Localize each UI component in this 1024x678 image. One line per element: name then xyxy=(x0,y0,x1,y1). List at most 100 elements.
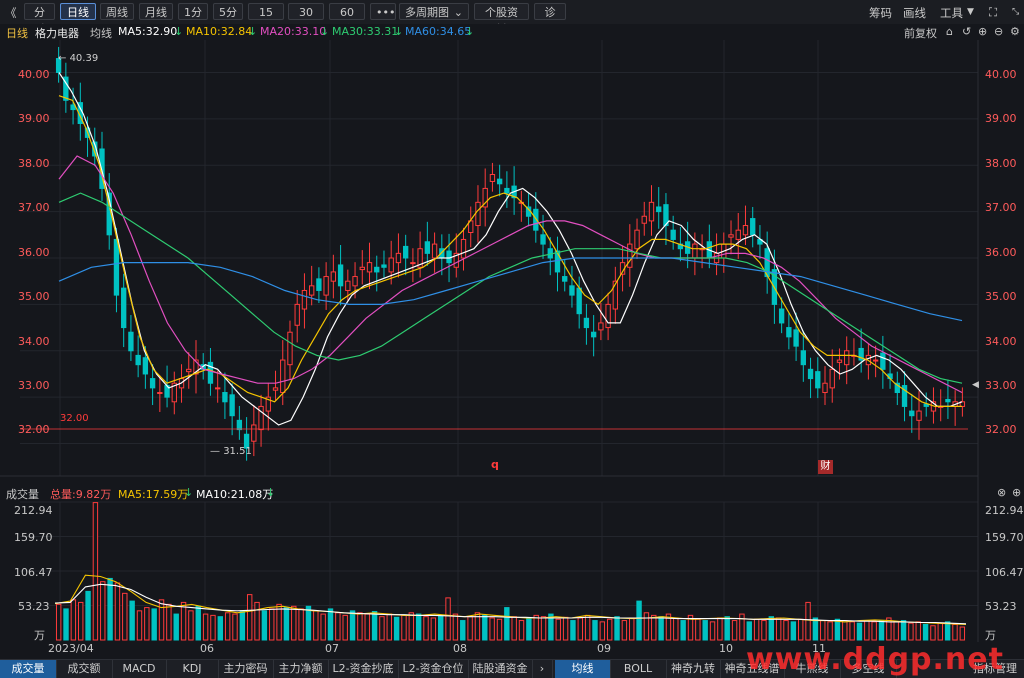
candle-body xyxy=(872,359,879,362)
volume-bar xyxy=(878,620,885,641)
candle-body xyxy=(142,357,149,375)
volume-bar xyxy=(570,620,576,641)
volume-bar xyxy=(702,620,708,641)
candle-body xyxy=(916,410,922,421)
volume-bar xyxy=(320,613,326,641)
volume-bar xyxy=(261,610,268,641)
volume-bar xyxy=(518,620,525,641)
x-label-07: 07 xyxy=(325,642,339,655)
price-axis-left-33: 33.00 xyxy=(18,379,50,392)
candle-body xyxy=(294,303,300,326)
x-label-08: 08 xyxy=(453,642,467,655)
volume-bar xyxy=(731,620,738,641)
price-axis-right-34: 34.00 xyxy=(985,335,1017,348)
volume-bar xyxy=(540,616,547,641)
volume-bar xyxy=(217,616,224,641)
candle-body xyxy=(251,424,257,442)
candle-body xyxy=(359,266,365,271)
candle-body xyxy=(309,285,315,296)
volume-bar xyxy=(709,621,716,641)
candle-body xyxy=(504,187,510,194)
tab-turnover[interactable]: 成交额 xyxy=(56,660,113,678)
volume-bar xyxy=(511,616,517,641)
tab-kdj[interactable]: KDJ xyxy=(166,660,219,678)
candle-body xyxy=(648,201,655,222)
volume-bar xyxy=(768,616,775,641)
candle-body xyxy=(121,287,127,329)
volume-bar xyxy=(864,620,870,641)
candle-body xyxy=(800,350,806,366)
x-label-10: 10 xyxy=(719,642,733,655)
volume-bar xyxy=(790,621,797,641)
candle-body xyxy=(836,359,843,363)
candle-body xyxy=(381,264,387,268)
candle-body xyxy=(822,382,828,394)
volume-bar xyxy=(651,614,657,641)
volume-bar xyxy=(129,600,135,641)
tab-scroll-right-icon[interactable]: › xyxy=(532,660,553,678)
candle-body xyxy=(337,264,344,287)
tab-macd[interactable]: MACD xyxy=(112,660,167,678)
volume-bar xyxy=(562,616,569,641)
candle-body xyxy=(475,201,481,227)
volume-bar xyxy=(555,618,561,641)
tab-ma[interactable]: 均线 xyxy=(555,660,611,678)
candle-body xyxy=(395,252,402,264)
candle-body xyxy=(431,243,438,259)
volume-bar xyxy=(658,616,664,641)
volume-bar xyxy=(386,613,392,641)
financial-report-marker[interactable]: 财 xyxy=(818,460,833,474)
candle-body xyxy=(590,331,597,338)
candle-body xyxy=(880,352,886,370)
volume-bar xyxy=(342,614,348,641)
volume-label[interactable]: 成交量 xyxy=(6,486,39,502)
event-marker-q[interactable]: q xyxy=(491,458,499,471)
volume-bar xyxy=(92,502,99,641)
volume-bar xyxy=(298,608,304,641)
volume-bar xyxy=(371,610,378,641)
volume-bar xyxy=(783,620,789,641)
close-pane-icon[interactable]: ⊗ xyxy=(997,486,1006,499)
candle-body xyxy=(742,225,749,236)
candle-body xyxy=(149,378,156,389)
candle-body xyxy=(113,238,120,296)
tab-l2-bottom[interactable]: L2-资金抄底 xyxy=(328,660,399,678)
vol-axis-left-unit: 万 xyxy=(34,629,45,642)
low-value: 31.51 xyxy=(223,446,252,457)
volume-bar xyxy=(820,620,826,641)
volume-bar xyxy=(930,625,936,641)
volume-bar xyxy=(151,608,157,641)
volume-bar xyxy=(937,622,943,641)
volume-bar xyxy=(584,614,591,641)
volume-bar xyxy=(533,614,539,641)
tab-hk-connect[interactable]: 陆股通资金 xyxy=(468,660,533,678)
volume-ma5: MA5:17.59万 xyxy=(118,488,189,501)
volume-bar xyxy=(842,620,848,641)
candle-body xyxy=(215,387,221,390)
candle-body xyxy=(612,280,619,310)
candle-body xyxy=(670,229,676,240)
volume-bar xyxy=(55,603,62,641)
volume-bar xyxy=(144,607,150,641)
candle-body xyxy=(366,262,373,273)
tab-boll[interactable]: BOLL xyxy=(610,660,667,678)
candle-body xyxy=(815,371,821,389)
volume-bar xyxy=(827,621,833,641)
tab-l2-position[interactable]: L2-资金仓位 xyxy=(398,660,469,678)
volume-bar xyxy=(944,621,951,641)
candle-body xyxy=(280,359,286,394)
candle-body xyxy=(750,218,756,236)
pane-settings-icon[interactable]: ⊕ xyxy=(1012,486,1021,499)
kline-chart-area[interactable] xyxy=(0,0,1024,677)
tab-main-code[interactable]: 主力密码 xyxy=(218,660,274,678)
tab-main-net[interactable]: 主力净额 xyxy=(273,660,329,678)
candle-body xyxy=(641,215,647,224)
tab-volume[interactable]: 成交量 xyxy=(0,660,57,678)
candle-body xyxy=(345,280,351,291)
volume-bar xyxy=(489,617,495,641)
tab-td9[interactable]: 神奇九转 xyxy=(666,660,721,678)
candle-body xyxy=(807,368,814,380)
candle-body xyxy=(562,276,568,282)
volume-bar xyxy=(364,613,370,641)
volume-bar xyxy=(136,610,143,641)
